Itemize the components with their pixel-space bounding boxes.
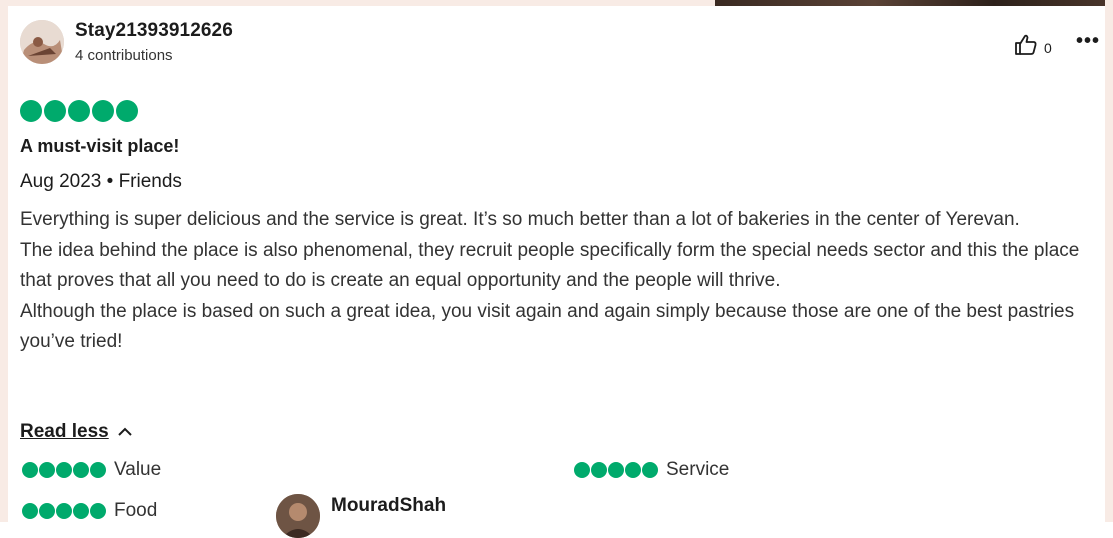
rating-bubble: [116, 100, 138, 122]
helpful-count: 0: [1044, 39, 1052, 56]
next-reviewer-name[interactable]: MouradShah: [331, 495, 446, 517]
subrating-value: Value: [22, 459, 161, 481]
page-margin-right: [1105, 0, 1113, 522]
read-less-button[interactable]: Read less: [20, 421, 133, 443]
review-body: Everything is super delicious and the se…: [20, 205, 1100, 358]
contribution-count: 4 contributions: [75, 47, 173, 64]
subrating-service: Service: [574, 459, 729, 481]
thumbs-up-icon: [1014, 34, 1038, 61]
rating-bubble: [44, 100, 66, 122]
review-date-type: Aug 2023 • Friends: [20, 171, 182, 192]
rating-bubble: [20, 100, 42, 122]
subrating-food: Food: [22, 500, 157, 522]
read-less-label: Read less: [20, 421, 109, 442]
subrating-bubbles: [574, 462, 658, 478]
reviewer-name[interactable]: Stay21393912626: [75, 20, 233, 42]
subrating-label: Value: [114, 459, 162, 480]
user-avatar[interactable]: [20, 20, 64, 64]
subrating-bubbles: [22, 503, 106, 519]
more-options-icon[interactable]: •••: [1076, 31, 1100, 51]
rating-bubbles: [20, 100, 138, 122]
subrating-bubbles: [22, 462, 106, 478]
page-margin-left: [0, 0, 8, 522]
review-title[interactable]: A must-visit place!: [20, 136, 179, 157]
review-paragraph: Although the place is based on such a gr…: [20, 300, 1075, 353]
subrating-label: Service: [666, 459, 730, 480]
helpful-vote-button[interactable]: 0: [1014, 34, 1052, 61]
review-paragraph: Everything is super delicious and the se…: [20, 209, 1020, 230]
next-reviewer-avatar[interactable]: [276, 494, 320, 538]
rating-bubble: [68, 100, 90, 122]
subrating-label: Food: [114, 500, 158, 521]
review-paragraph: The idea behind the place is also phenom…: [20, 239, 1080, 292]
chevron-up-icon: [117, 423, 133, 441]
rating-bubble: [92, 100, 114, 122]
